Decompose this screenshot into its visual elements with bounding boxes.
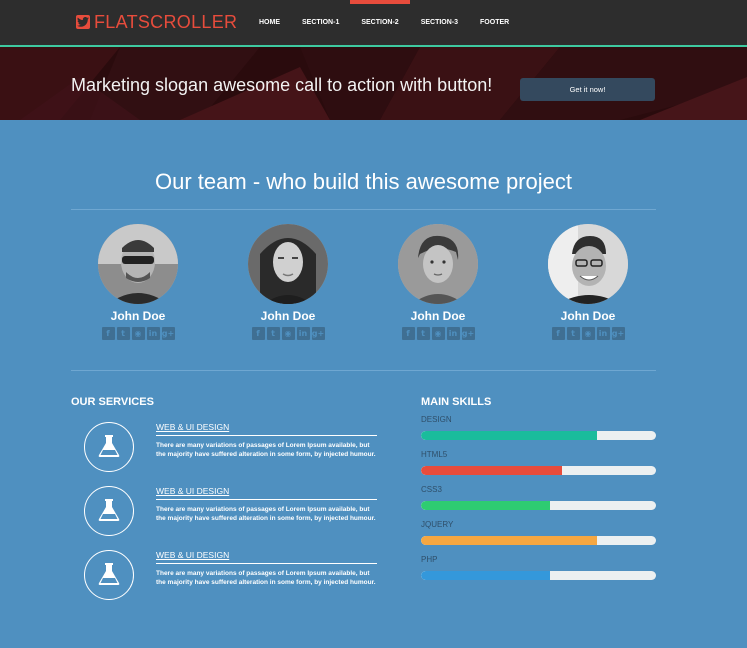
service-description: There are many variations of passages of… xyxy=(156,570,376,586)
services-heading: OUR SERVICES xyxy=(71,396,154,408)
facebook-icon[interactable]: f xyxy=(401,327,415,340)
skill-label: HTML5 xyxy=(421,450,448,459)
team-title: Our team - who build this awesome projec… xyxy=(155,169,572,194)
skill-label: CSS3 xyxy=(421,485,442,494)
skill-progress-fill xyxy=(421,536,598,545)
member-name: John Doe xyxy=(560,309,616,323)
linkedin-icon[interactable]: in xyxy=(446,327,460,340)
nav-item-home[interactable]: HOME xyxy=(248,0,291,45)
brand-logo[interactable]: FLATSCROLLER xyxy=(76,12,237,32)
facebook-icon[interactable]: f xyxy=(551,327,565,340)
service-title[interactable]: WEB & UI DESIGN xyxy=(156,486,377,500)
twitter-icon[interactable]: t xyxy=(566,327,580,340)
skill-jquery: JQUERY xyxy=(421,520,656,545)
skill-progress-fill xyxy=(421,571,551,580)
team-member-card: John Doe f t ◉ in g+ xyxy=(533,224,643,340)
linkedin-icon[interactable]: in xyxy=(296,327,310,340)
google-plus-icon[interactable]: g+ xyxy=(461,327,475,340)
skill-label: PHP xyxy=(421,555,438,564)
github-icon[interactable]: ◉ xyxy=(281,327,295,340)
service-title[interactable]: WEB & UI DESIGN xyxy=(156,550,377,564)
twitter-icon[interactable]: t xyxy=(266,327,280,340)
skill-progress-bar xyxy=(421,431,656,440)
nav-item-footer[interactable]: FOOTER xyxy=(469,0,520,45)
avatar xyxy=(398,224,478,304)
skill-progress-fill xyxy=(421,431,598,440)
service-title[interactable]: WEB & UI DESIGN xyxy=(156,422,377,436)
github-icon[interactable]: ◉ xyxy=(131,327,145,340)
avatar xyxy=(98,224,178,304)
team-divider xyxy=(71,209,656,210)
nav-item-section-1[interactable]: SECTION-1 xyxy=(291,0,350,45)
nav-item-section-2[interactable]: SECTION-2 xyxy=(350,0,411,45)
service-description: There are many variations of passages of… xyxy=(156,506,376,522)
service-item: WEB & UI DESIGN There are many variation… xyxy=(84,550,379,602)
linkedin-icon[interactable]: in xyxy=(596,327,610,340)
github-icon[interactable]: ◉ xyxy=(581,327,595,340)
service-item: WEB & UI DESIGN There are many variation… xyxy=(84,486,379,538)
twitter-icon[interactable]: t xyxy=(116,327,130,340)
skill-label: JQUERY xyxy=(421,520,454,529)
service-item: WEB & UI DESIGN There are many variation… xyxy=(84,422,379,474)
flask-icon xyxy=(84,486,134,536)
github-icon[interactable]: ◉ xyxy=(431,327,445,340)
avatar xyxy=(248,224,328,304)
twitter-icon[interactable]: t xyxy=(416,327,430,340)
skill-html5: HTML5 xyxy=(421,450,656,475)
google-plus-icon[interactable]: g+ xyxy=(161,327,175,340)
nav-menu: HOME SECTION-1 SECTION-2 SECTION-3 FOOTE… xyxy=(248,0,520,45)
social-links: f t ◉ in g+ xyxy=(533,327,643,340)
avatar xyxy=(548,224,628,304)
brand-name: FLATSCROLLER xyxy=(94,11,238,32)
skill-label: DESIGN xyxy=(421,415,452,424)
google-plus-icon[interactable]: g+ xyxy=(311,327,325,340)
facebook-icon[interactable]: f xyxy=(251,327,265,340)
skill-progress-fill xyxy=(421,501,551,510)
member-name: John Doe xyxy=(410,309,466,323)
hero-banner: Marketing slogan awesome call to action … xyxy=(0,47,747,120)
section-divider xyxy=(71,370,656,371)
social-links: f t ◉ in g+ xyxy=(233,327,343,340)
team-member-card: John Doe f t ◉ in g+ xyxy=(233,224,343,340)
skill-progress-bar xyxy=(421,571,656,580)
social-links: f t ◉ in g+ xyxy=(83,327,193,340)
flask-icon xyxy=(84,550,134,600)
social-links: f t ◉ in g+ xyxy=(383,327,493,340)
skill-design: DESIGN xyxy=(421,415,656,440)
flask-icon xyxy=(84,422,134,472)
linkedin-icon[interactable]: in xyxy=(146,327,160,340)
nav-item-section-3[interactable]: SECTION-3 xyxy=(410,0,469,45)
service-description: There are many variations of passages of… xyxy=(156,442,376,458)
skills-heading: MAIN SKILLS xyxy=(421,396,492,408)
team-member-card: John Doe f t ◉ in g+ xyxy=(383,224,493,340)
skill-php: PHP xyxy=(421,555,656,580)
navbar: FLATSCROLLER HOME SECTION-1 SECTION-2 SE… xyxy=(0,0,747,47)
skill-css3: CSS3 xyxy=(421,485,656,510)
skill-progress-fill xyxy=(421,466,562,475)
google-plus-icon[interactable]: g+ xyxy=(611,327,625,340)
get-it-now-button[interactable]: Get it now! xyxy=(520,78,655,101)
skill-progress-bar xyxy=(421,501,656,510)
member-name: John Doe xyxy=(260,309,316,323)
hero-slogan: Marketing slogan awesome call to action … xyxy=(71,75,493,95)
facebook-icon[interactable]: f xyxy=(101,327,115,340)
twitter-icon xyxy=(76,15,90,29)
team-member-card: John Doe f t ◉ in g+ xyxy=(83,224,193,340)
member-name: John Doe xyxy=(110,309,166,323)
skill-progress-bar xyxy=(421,536,656,545)
skill-progress-bar xyxy=(421,466,656,475)
